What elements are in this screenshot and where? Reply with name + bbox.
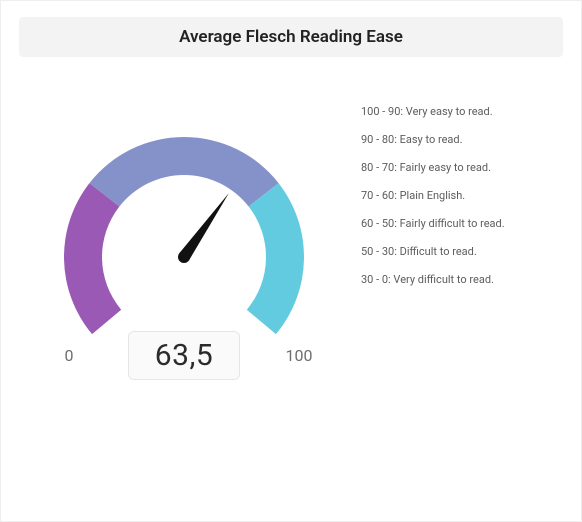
gauge-needle-cap xyxy=(178,251,190,263)
gauge-needle xyxy=(179,193,229,260)
gauge-segment xyxy=(247,183,304,334)
legend-item: 60 - 50: Fairly difficult to read. xyxy=(361,217,563,230)
gauge-column: 0 63,5 100 xyxy=(19,97,349,380)
legend-item: 70 - 60: Plain English. xyxy=(361,189,563,202)
legend-item: 90 - 80: Easy to read. xyxy=(361,133,563,146)
gauge-axis-row: 0 63,5 100 xyxy=(44,331,324,380)
legend-item: 100 - 90: Very easy to read. xyxy=(361,105,563,118)
gauge-segment xyxy=(64,183,121,334)
chart-title: Average Flesch Reading Ease xyxy=(19,17,563,57)
gauge-min-label: 0 xyxy=(44,346,94,365)
legend-item: 80 - 70: Fairly easy to read. xyxy=(361,161,563,174)
gauge-chart-card: Average Flesch Reading Ease 0 63,5 100 1… xyxy=(0,0,582,522)
gauge-chart xyxy=(34,97,334,337)
gauge-value: 63,5 xyxy=(128,331,240,380)
legend-item: 50 - 30: Difficult to read. xyxy=(361,245,563,258)
gauge-segment xyxy=(89,137,278,207)
legend-column: 100 - 90: Very easy to read. 90 - 80: Eas… xyxy=(349,97,563,380)
legend-item: 30 - 0: Very difficult to read. xyxy=(361,273,563,286)
gauge-max-label: 100 xyxy=(274,346,324,365)
chart-content: 0 63,5 100 100 - 90: Very easy to read. 9… xyxy=(19,97,563,380)
